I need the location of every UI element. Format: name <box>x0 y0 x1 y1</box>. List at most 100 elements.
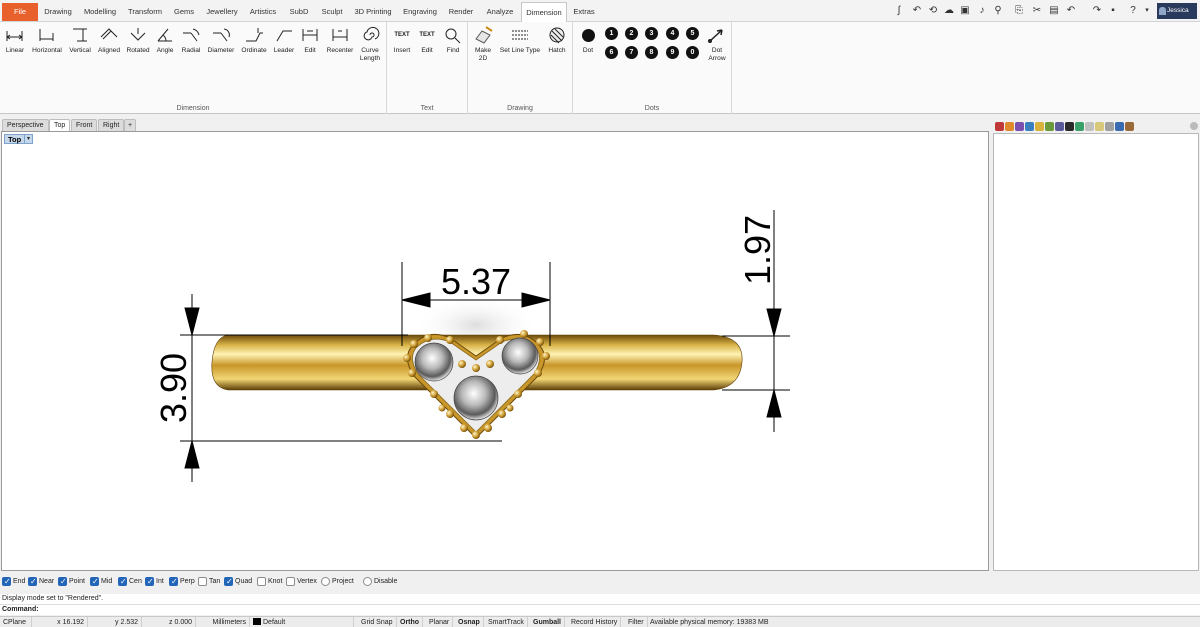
save-icon[interactable]: ▪ <box>1106 4 1120 18</box>
file-tab[interactable]: File <box>2 3 38 21</box>
dimension-height-left-text[interactable]: 3.90 <box>153 353 194 423</box>
osnap-quad[interactable]: Quad <box>224 576 252 587</box>
copy-icon[interactable]: ⎘ <box>1012 4 1026 18</box>
osnap-perp[interactable]: Perp <box>169 576 195 587</box>
tab-gems[interactable]: Gems <box>170 2 198 21</box>
osnap-cen-checkbox[interactable] <box>118 576 127 587</box>
status-record-history[interactable]: Record History <box>568 617 622 627</box>
ordinate-dimension-button[interactable]: Ordinate <box>238 25 270 55</box>
osnap-disable[interactable]: Disable <box>363 576 397 587</box>
status-units[interactable]: Millimeters <box>196 617 250 627</box>
status-layer[interactable]: Default <box>250 617 354 627</box>
microphone-icon[interactable]: ♪ <box>975 4 989 18</box>
materials-tab-icon[interactable] <box>1015 122 1024 131</box>
number-dot-6-icon[interactable]: 6 <box>605 46 618 59</box>
layers-tab-icon[interactable] <box>1005 122 1014 131</box>
edit-dimension-button[interactable]: Edit <box>298 25 322 55</box>
folder-tab-icon[interactable] <box>1035 122 1044 131</box>
osnap-project[interactable]: Project <box>321 576 354 587</box>
vertical-dimension-button[interactable]: Vertical <box>66 25 94 55</box>
tab-3d-printing[interactable]: 3D Printing <box>352 2 394 21</box>
number-dot-3-icon[interactable]: 3 <box>645 27 658 40</box>
tab-top[interactable]: Top <box>49 119 71 131</box>
insert-text-button[interactable]: TEXT Insert <box>389 25 415 55</box>
dimension-width-text[interactable]: 5.37 <box>441 261 511 302</box>
help-icon[interactable]: ? <box>1126 4 1140 18</box>
number-dot-4-icon[interactable]: 4 <box>666 27 679 40</box>
properties-tab-icon[interactable] <box>995 122 1004 131</box>
number-dot-0-icon[interactable]: 0 <box>686 46 699 59</box>
paste-icon[interactable]: ▤ <box>1047 4 1061 18</box>
find-text-button[interactable]: Find <box>441 25 465 55</box>
status-gumball[interactable]: Gumball <box>530 617 566 627</box>
tab-render[interactable]: Render <box>446 2 476 21</box>
osnap-vertex[interactable]: Vertex <box>286 576 317 587</box>
clapper-icon[interactable]: ▣ <box>958 4 972 18</box>
radial-dimension-button[interactable]: Radial <box>178 25 204 55</box>
status-cplane[interactable]: CPlane <box>0 617 32 627</box>
osnap-point[interactable]: Point <box>58 576 85 587</box>
environment-tab-icon[interactable] <box>1075 122 1084 131</box>
libraries-tab-icon[interactable] <box>1045 122 1054 131</box>
diameter-dimension-button[interactable]: Diameter <box>205 25 237 55</box>
osnap-knot-checkbox[interactable] <box>257 577 266 586</box>
osnap-mid[interactable]: Mid <box>90 576 112 587</box>
pin-icon[interactable]: ⚲ <box>991 4 1005 18</box>
user-account-badge[interactable]: Jessica <box>1157 3 1197 19</box>
osnap-cen[interactable]: Cen <box>118 576 142 587</box>
tab-artistics[interactable]: Artistics <box>246 2 280 21</box>
top-viewport[interactable]: Top ▾ 5.37 3.90 1.97 <box>1 131 989 571</box>
osnap-quad-checkbox[interactable] <box>224 576 233 587</box>
curve-tool-icon[interactable]: ↶ <box>910 4 924 18</box>
dot-button[interactable]: Dot <box>577 25 599 55</box>
leader-button[interactable]: Leader <box>271 25 297 55</box>
tab-dimension[interactable]: Dimension <box>521 2 567 22</box>
number-dot-1-icon[interactable]: 1 <box>605 27 618 40</box>
osnap-near[interactable]: Near <box>28 576 54 587</box>
dot-arrow-button[interactable]: Dot Arrow <box>705 25 729 63</box>
curve-length-button[interactable]: Curve Length <box>357 25 383 63</box>
tab-front[interactable]: Front <box>71 119 98 131</box>
aligned-dimension-button[interactable]: Aligned <box>95 25 123 55</box>
blocks-tab-icon[interactable] <box>1115 122 1124 131</box>
osnap-vertex-checkbox[interactable] <box>286 577 295 586</box>
command-input[interactable] <box>42 605 1182 615</box>
named-views-tab-icon[interactable] <box>1055 122 1064 131</box>
tab-right[interactable]: Right <box>98 119 125 131</box>
recenter-button[interactable]: Recenter <box>323 25 357 55</box>
chevron-down-icon[interactable]: ▾ <box>1140 4 1154 18</box>
snake-icon[interactable]: ∫ <box>892 4 906 18</box>
tab-drawing[interactable]: Drawing <box>40 2 76 21</box>
cloud-icon[interactable]: ☁ <box>942 4 956 18</box>
horizontal-dimension-button[interactable]: Horizontal <box>29 25 65 55</box>
osnap-tan[interactable]: Tan <box>198 576 220 587</box>
notes-tab-icon[interactable] <box>1095 122 1104 131</box>
osnap-perp-checkbox[interactable] <box>169 576 178 587</box>
status-grid-snap[interactable]: Grid Snap <box>358 617 397 627</box>
osnap-end[interactable]: End <box>2 576 25 587</box>
osnap-int-checkbox[interactable] <box>145 576 154 587</box>
cut-icon[interactable]: ✂ <box>1030 4 1044 18</box>
display-tab-icon[interactable] <box>1025 122 1034 131</box>
tab-sculpt[interactable]: Sculpt <box>316 2 348 21</box>
osnap-point-checkbox[interactable] <box>58 576 67 587</box>
tab-analyze[interactable]: Analyze <box>482 2 518 21</box>
osnap-project-checkbox[interactable] <box>321 577 330 586</box>
number-dot-8-icon[interactable]: 8 <box>645 46 658 59</box>
dimension-height-right-text[interactable]: 1.97 <box>737 215 778 285</box>
osnap-int[interactable]: Int <box>145 576 164 587</box>
tab-extras[interactable]: Extras <box>570 2 598 21</box>
osnap-mid-checkbox[interactable] <box>90 576 99 587</box>
tab-transform[interactable]: Transform <box>124 2 166 21</box>
linear-dimension-button[interactable]: Linear <box>3 25 27 55</box>
history-icon[interactable]: ⟲ <box>926 4 940 18</box>
osnap-tan-checkbox[interactable] <box>198 577 207 586</box>
make-2d-button[interactable]: Make 2D <box>470 25 496 63</box>
status-ortho[interactable]: Ortho <box>397 617 424 627</box>
osnap-disable-checkbox[interactable] <box>363 577 372 586</box>
status-osnap[interactable]: Osnap <box>455 617 484 627</box>
tab-engraving[interactable]: Engraving <box>400 2 440 21</box>
redo-icon[interactable]: ↷ <box>1090 4 1104 18</box>
number-dot-5-icon[interactable]: 5 <box>686 27 699 40</box>
osnap-near-checkbox[interactable] <box>28 576 37 587</box>
